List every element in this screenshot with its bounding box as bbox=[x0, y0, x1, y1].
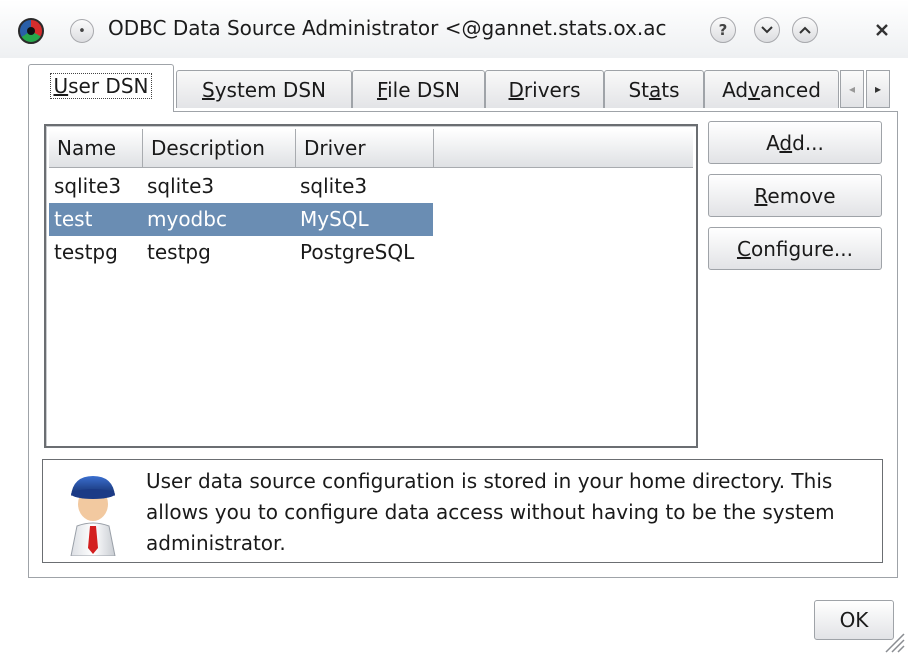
configure-button-label: Configure... bbox=[736, 236, 853, 261]
chevron-down-icon bbox=[761, 26, 773, 34]
list-header: Name Description Driver bbox=[49, 129, 693, 168]
close-button[interactable] bbox=[869, 17, 895, 43]
tab-label: System DSN bbox=[201, 77, 326, 102]
info-text: User data source configuration is stored… bbox=[146, 469, 835, 555]
row-description: testpg bbox=[147, 240, 211, 264]
dot-icon: • bbox=[78, 23, 86, 39]
tab-file-dsn[interactable]: File DSN bbox=[352, 70, 485, 108]
close-icon bbox=[876, 24, 888, 36]
tab-label: Advanced bbox=[722, 77, 821, 102]
remove-button[interactable]: Remove bbox=[708, 174, 882, 217]
tab-label: File DSN bbox=[377, 77, 460, 102]
tab-drivers[interactable]: Drivers bbox=[485, 70, 604, 108]
tab-label: User DSN bbox=[50, 72, 152, 99]
tab-label: Stats bbox=[628, 77, 680, 102]
tab-bar: User DSN System DSN File DSN Drivers Sta… bbox=[28, 64, 898, 112]
remove-button-label: Remove bbox=[754, 183, 836, 208]
minimize-button[interactable] bbox=[754, 17, 780, 43]
sticky-button[interactable]: • bbox=[70, 19, 94, 43]
row-driver: MySQL bbox=[300, 207, 369, 231]
list-row[interactable]: testpg testpg PostgreSQL bbox=[49, 236, 433, 269]
list-row[interactable]: sqlite3 sqlite3 sqlite3 bbox=[49, 170, 433, 203]
tab-label: Drivers bbox=[508, 77, 581, 102]
info-box: User data source configuration is stored… bbox=[42, 459, 883, 563]
row-description: myodbc bbox=[147, 207, 227, 231]
title-bar[interactable]: • ODBC Data Source Administrator <@ganne… bbox=[0, 0, 908, 58]
help-button[interactable]: ? bbox=[710, 17, 736, 43]
tab-stats[interactable]: Stats bbox=[604, 70, 704, 108]
list-row-selected[interactable]: test myodbc MySQL bbox=[49, 203, 433, 236]
row-name: test bbox=[54, 207, 93, 231]
help-icon: ? bbox=[718, 21, 728, 39]
tab-system-dsn[interactable]: System DSN bbox=[176, 70, 352, 108]
column-header-name[interactable]: Name bbox=[49, 129, 143, 167]
add-button-label: Add... bbox=[766, 130, 824, 155]
arrow-right-icon: ▸ bbox=[874, 82, 882, 96]
tab-scroll-right-button[interactable]: ▸ bbox=[866, 70, 890, 108]
row-driver: PostgreSQL bbox=[300, 240, 415, 264]
row-driver: sqlite3 bbox=[300, 174, 368, 198]
row-name: testpg bbox=[54, 240, 118, 264]
chevron-up-icon bbox=[799, 26, 811, 34]
odbc-app-icon[interactable] bbox=[18, 18, 44, 44]
row-name: sqlite3 bbox=[54, 174, 122, 198]
window-title: ODBC Data Source Administrator <@gannet.… bbox=[108, 16, 667, 40]
column-header-driver[interactable]: Driver bbox=[296, 129, 434, 167]
user-avatar-icon bbox=[70, 476, 116, 556]
tab-user-dsn[interactable]: User DSN bbox=[28, 64, 174, 112]
tab-advanced[interactable]: Advanced bbox=[704, 70, 839, 108]
tab-scroll-left-button[interactable]: ◂ bbox=[840, 70, 864, 108]
dsn-list[interactable]: Name Description Driver sqlite3 sqlite3 … bbox=[44, 124, 698, 448]
configure-button[interactable]: Configure... bbox=[708, 227, 882, 270]
add-button[interactable]: Add... bbox=[708, 121, 882, 164]
resize-grip-icon[interactable] bbox=[880, 628, 906, 654]
row-description: sqlite3 bbox=[147, 174, 215, 198]
arrow-left-icon: ◂ bbox=[848, 82, 856, 96]
maximize-button[interactable] bbox=[792, 17, 818, 43]
column-header-description[interactable]: Description bbox=[143, 129, 296, 167]
